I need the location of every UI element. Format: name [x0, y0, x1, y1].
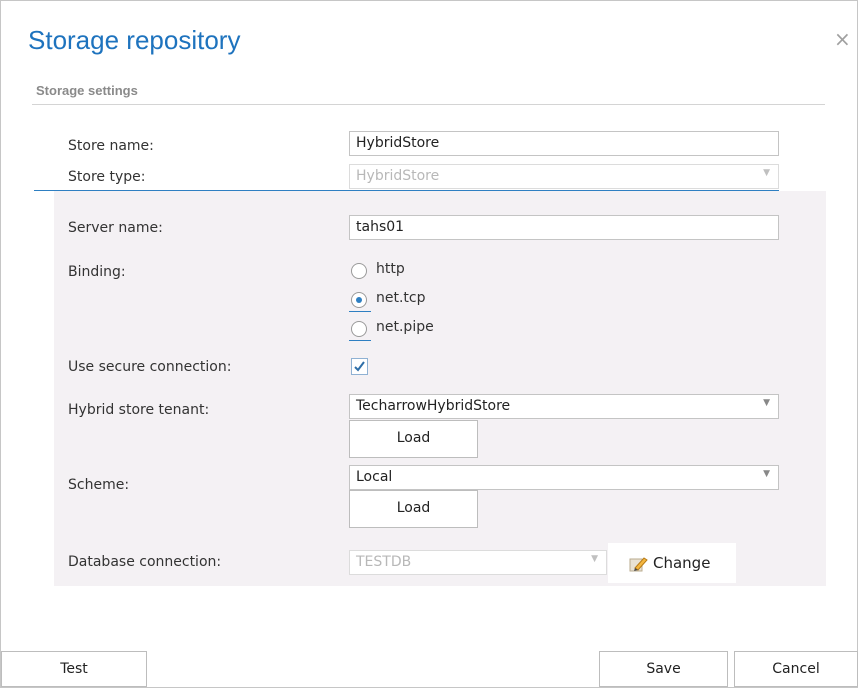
checkbox-check-icon [354, 361, 365, 372]
secure-connection-label: Use secure connection: [68, 359, 232, 375]
radio-net-pipe-label[interactable]: net.pipe [376, 319, 434, 335]
store-name-label: Store name: [68, 138, 154, 154]
store-type-label: Store type: [68, 169, 146, 185]
tenant-select[interactable]: TecharrowHybridStore ▼ [349, 394, 779, 419]
server-name-label: Server name: [68, 220, 163, 236]
storage-repository-dialog: Storage repository × Storage settings St… [0, 0, 858, 688]
dialog-title: Storage repository [28, 25, 241, 55]
scheme-value: Local [356, 469, 393, 485]
store-type-value: HybridStore [356, 168, 440, 184]
scheme-load-button[interactable]: Load [349, 490, 478, 528]
focus-underline [349, 340, 371, 341]
tenant-value: TecharrowHybridStore [356, 398, 511, 414]
test-button[interactable]: Test [1, 651, 147, 687]
change-button-label: Change [653, 554, 711, 572]
dropdown-arrow-icon: ▼ [763, 168, 770, 178]
store-name-input[interactable]: HybridStore [349, 131, 779, 156]
database-select[interactable]: TESTDB ▼ [349, 550, 607, 575]
cancel-button[interactable]: Cancel [734, 651, 858, 687]
radio-http-label[interactable]: http [376, 261, 405, 277]
server-name-input[interactable]: tahs01 [349, 215, 779, 240]
radio-http[interactable] [351, 263, 367, 279]
scheme-select[interactable]: Local ▼ [349, 465, 779, 490]
focus-underline [349, 311, 371, 312]
save-button[interactable]: Save [599, 651, 728, 687]
change-button[interactable]: Change [608, 543, 736, 583]
close-icon[interactable]: × [834, 29, 851, 49]
radio-net-tcp[interactable] [351, 292, 367, 308]
secure-connection-checkbox[interactable] [351, 358, 368, 375]
section-divider [32, 104, 825, 105]
tenant-label: Hybrid store tenant: [68, 402, 210, 418]
dropdown-arrow-icon: ▼ [763, 398, 770, 408]
store-type-select[interactable]: HybridStore ▼ [349, 164, 779, 189]
binding-label: Binding: [68, 264, 126, 280]
section-heading: Storage settings [36, 83, 138, 98]
database-label: Database connection: [68, 554, 222, 570]
pencil-icon [629, 557, 648, 572]
scheme-label: Scheme: [68, 477, 130, 493]
radio-net-pipe[interactable] [351, 321, 367, 337]
dropdown-arrow-icon: ▼ [763, 469, 770, 479]
database-value: TESTDB [356, 554, 412, 570]
dropdown-arrow-icon: ▼ [591, 554, 598, 564]
tenant-load-button[interactable]: Load [349, 420, 478, 458]
radio-net-tcp-label[interactable]: net.tcp [376, 290, 426, 306]
